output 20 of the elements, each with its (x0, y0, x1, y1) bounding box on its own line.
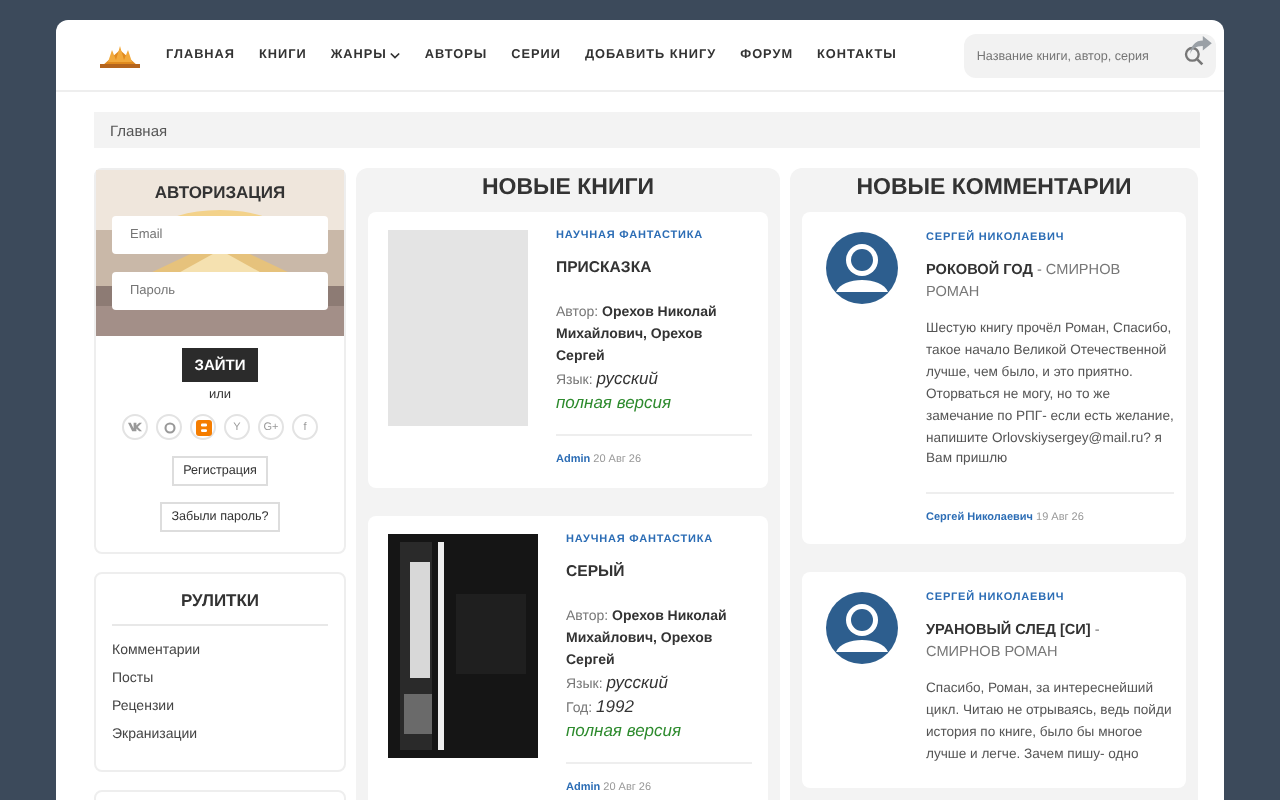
panel-title: РУЛИТКИ (112, 590, 328, 626)
search-icon[interactable] (1184, 45, 1205, 65)
vk-icon (128, 422, 142, 432)
share-icon[interactable] (1190, 36, 1212, 54)
circle-icon (163, 421, 175, 433)
social-button[interactable] (122, 414, 148, 440)
status-text: полная версия (566, 720, 684, 742)
blogger-icon (195, 419, 211, 435)
language-value: русский (596, 368, 658, 388)
social-button[interactable] (156, 414, 182, 440)
avatar-icon (826, 232, 898, 304)
year-value: 1992 (596, 696, 634, 716)
panel-title: АВТОРИЗАЦИЯ (154, 182, 286, 202)
status-text: полная версия (556, 392, 674, 414)
section-title: НОВЫЕ КОММЕНТАРИИ (854, 176, 1134, 200)
logo-icon[interactable] (100, 43, 140, 67)
language-value: русский (606, 672, 668, 692)
avatar-icon (826, 592, 898, 665)
social-button[interactable] (190, 414, 216, 440)
section-title: НОВЫЕ КНИГИ (479, 176, 657, 200)
